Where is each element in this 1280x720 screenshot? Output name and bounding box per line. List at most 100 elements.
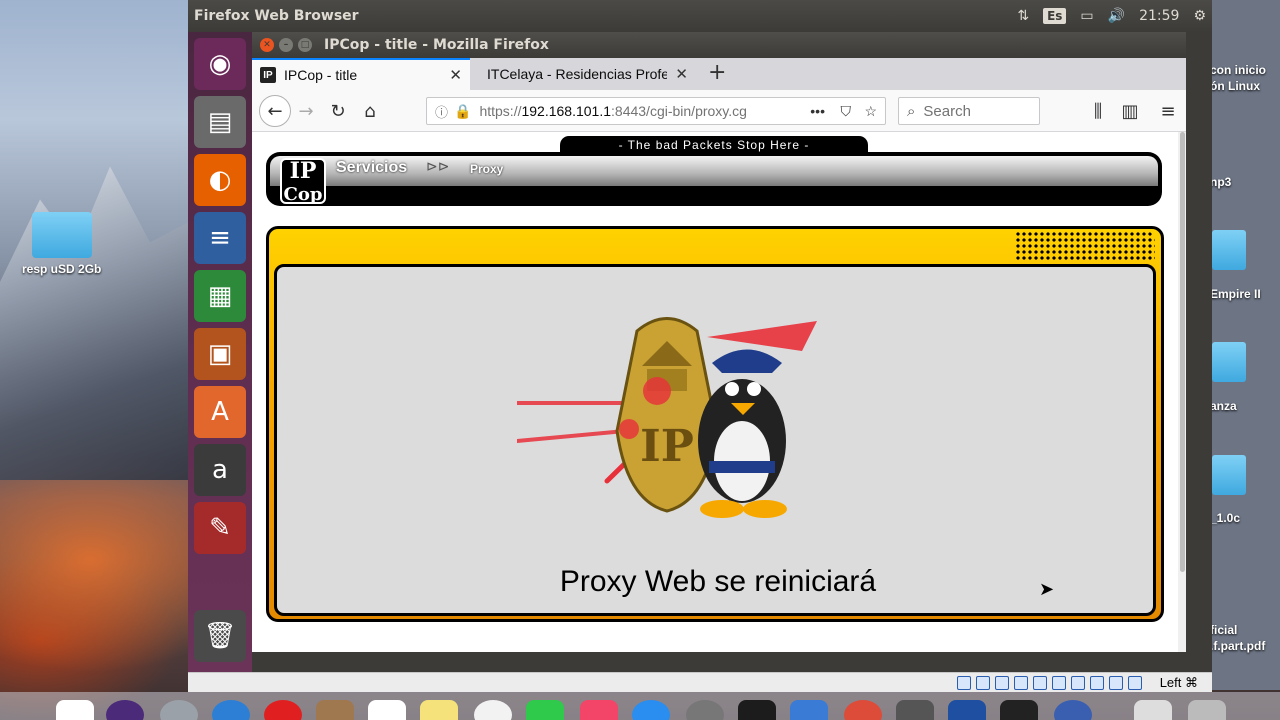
minimize-window-button[interactable]: –: [279, 38, 293, 52]
network-adapter-icon[interactable]: [1014, 676, 1028, 690]
ubuntu-dash-icon[interactable]: ◉: [194, 38, 246, 90]
new-tab-button[interactable]: +: [708, 60, 726, 85]
firefox-icon[interactable]: ◐: [194, 154, 246, 206]
desktop-item-label: np3: [1210, 175, 1232, 189]
impress-icon[interactable]: ▣: [194, 328, 246, 380]
folder-icon[interactable]: [1212, 342, 1246, 382]
audio-icon[interactable]: [995, 676, 1009, 690]
trash-icon[interactable]: [1188, 700, 1226, 720]
info-icon[interactable]: ⓘ: [435, 102, 448, 121]
message-panel: IP Proxy Web se reiniciará ➤: [274, 264, 1156, 616]
url-path: :8443/cgi-bin/proxy.cg: [611, 103, 747, 119]
battery-icon[interactable]: ▭: [1080, 8, 1093, 24]
navigation-toolbar: ← → ↻ ⌂ ⓘ 🔒 https:// 192.168.101.1 :8443…: [252, 90, 1186, 132]
writer-icon[interactable]: ≡: [194, 212, 246, 264]
content-frame: IP Proxy Web se reiniciará ➤: [266, 226, 1164, 622]
terminal-icon[interactable]: [738, 700, 776, 720]
finder-icon[interactable]: [56, 700, 94, 720]
desktop-item-label: .f.part.pdf: [1210, 639, 1266, 653]
maximize-window-button[interactable]: □: [298, 38, 312, 52]
forward-button[interactable]: →: [292, 97, 320, 125]
tab-ipcop[interactable]: IP IPCop - title ✕: [252, 58, 470, 90]
optical-drive-icon[interactable]: [976, 676, 990, 690]
desktop-item-label: ón Linux: [1210, 79, 1260, 93]
breadcrumb-arrows-icon: ⊳⊳: [426, 159, 450, 175]
tab-label: ITCelaya - Residencias Profe: [487, 66, 667, 82]
ubuntu-top-panel: Firefox Web Browser ⇅ Es ▭ 🔊 21:59 ⚙: [188, 0, 1212, 32]
keyboard-layout-indicator[interactable]: Es: [1043, 8, 1067, 24]
desktop-item-label: con inicio: [1210, 63, 1267, 77]
search-input[interactable]: ⌕ Search: [898, 97, 1040, 125]
firefox-window: ✕ – □ IPCop - title - Mozilla Firefox IP…: [252, 32, 1186, 652]
files-icon[interactable]: ▤: [194, 96, 246, 148]
ipcop-favicon-icon: IP: [260, 67, 276, 83]
document-icon[interactable]: [1134, 700, 1172, 720]
menu-icon[interactable]: ≡: [1154, 97, 1182, 125]
indicator-area: ⇅ Es ▭ 🔊 21:59 ⚙: [1017, 0, 1212, 32]
facetime-icon[interactable]: [526, 700, 564, 720]
close-icon[interactable]: ✕: [675, 65, 688, 83]
nav-servicios-link[interactable]: Servicios: [336, 159, 407, 177]
notes-icon[interactable]: [420, 700, 458, 720]
page-content: - The bad Packets Stop Here - IP Cop Serv…: [252, 132, 1186, 652]
network-icon[interactable]: ⇅: [1017, 8, 1029, 24]
lock-icon[interactable]: 🔒: [454, 103, 471, 120]
url-bar[interactable]: ⓘ 🔒 https:// 192.168.101.1 :8443/cgi-bin…: [426, 97, 886, 125]
trash-icon[interactable]: 🗑: [194, 610, 246, 662]
folder-icon[interactable]: [1212, 455, 1246, 495]
virtualbox-icon[interactable]: [790, 700, 828, 720]
calc-icon[interactable]: ▦: [194, 270, 246, 322]
scrollbar-thumb[interactable]: [1180, 132, 1185, 572]
desktop-folder-label: resp uSD 2Gb: [22, 262, 102, 276]
svg-text:IP: IP: [640, 421, 694, 472]
mouse-integration-icon[interactable]: [1109, 676, 1123, 690]
tab-itcelaya[interactable]: ITCelaya - Residencias Profe ✕: [478, 58, 696, 90]
pocket-icon[interactable]: ⛉: [841, 103, 852, 120]
bookmark-star-icon[interactable]: ☆: [864, 103, 877, 120]
screen-app-icon[interactable]: [896, 700, 934, 720]
arrow-icon[interactable]: [1128, 676, 1142, 690]
display-icon[interactable]: [1071, 676, 1085, 690]
desktop-item-label: anza: [1210, 399, 1237, 413]
close-window-button[interactable]: ✕: [260, 38, 274, 52]
desktop-folder-resp-usd[interactable]: resp uSD 2Gb: [22, 212, 101, 276]
vm-device-tray: [957, 676, 1142, 690]
window-thumbnail-icon[interactable]: [1000, 700, 1038, 720]
dot-pattern-decoration: [1015, 231, 1155, 261]
calendar-icon[interactable]: [368, 700, 406, 720]
volume-icon[interactable]: 🔊: [1108, 8, 1125, 24]
scrollbar[interactable]: [1178, 132, 1186, 652]
folder-icon: [31, 212, 92, 258]
ipcop-mascot-logo: IP: [517, 317, 817, 518]
url-scheme: https://: [479, 103, 522, 119]
reload-button[interactable]: ↻: [324, 97, 352, 125]
amazon-icon[interactable]: a: [194, 444, 246, 496]
close-icon[interactable]: ✕: [449, 66, 462, 84]
ubuntu-launcher: ◉ ▤ ◐ ≡ ▦ ▣ A a ✎ 🗑: [188, 32, 252, 672]
shared-folder-icon[interactable]: [1052, 676, 1066, 690]
desktop-item-label: Empire II: [1210, 287, 1261, 301]
home-icon[interactable]: ⌂: [356, 97, 384, 125]
clock[interactable]: 21:59: [1139, 8, 1179, 24]
sidebar-icon[interactable]: ▥: [1116, 97, 1144, 125]
vm-app-icon[interactable]: [948, 700, 986, 720]
ipcop-logo: IP Cop: [280, 158, 326, 205]
folder-icon[interactable]: [1212, 230, 1246, 270]
nav-proxy-link[interactable]: Proxy: [470, 162, 503, 176]
page-actions-icon[interactable]: •••: [810, 103, 825, 119]
virtualbox-vm-window: Firefox Web Browser ⇅ Es ▭ 🔊 21:59 ⚙ ◉ ▤…: [188, 0, 1212, 692]
recording-icon[interactable]: [1090, 676, 1104, 690]
active-app-title: Firefox Web Browser: [194, 8, 359, 24]
itunes-icon[interactable]: [580, 700, 618, 720]
hdd-icon[interactable]: [957, 676, 971, 690]
contacts-icon[interactable]: [316, 700, 354, 720]
settings-icon[interactable]: ✎: [194, 502, 246, 554]
library-icon[interactable]: ⫼: [1084, 97, 1112, 125]
gear-icon[interactable]: ⚙: [1193, 8, 1206, 24]
usb-icon[interactable]: [1033, 676, 1047, 690]
vm-status-bar: Left ⌘: [188, 672, 1212, 692]
back-button[interactable]: ←: [259, 95, 291, 127]
firefox-titlebar: ✕ – □ IPCop - title - Mozilla Firefox: [252, 32, 1186, 58]
software-center-icon[interactable]: A: [194, 386, 246, 438]
status-message: Proxy Web se reiniciará: [559, 565, 877, 598]
